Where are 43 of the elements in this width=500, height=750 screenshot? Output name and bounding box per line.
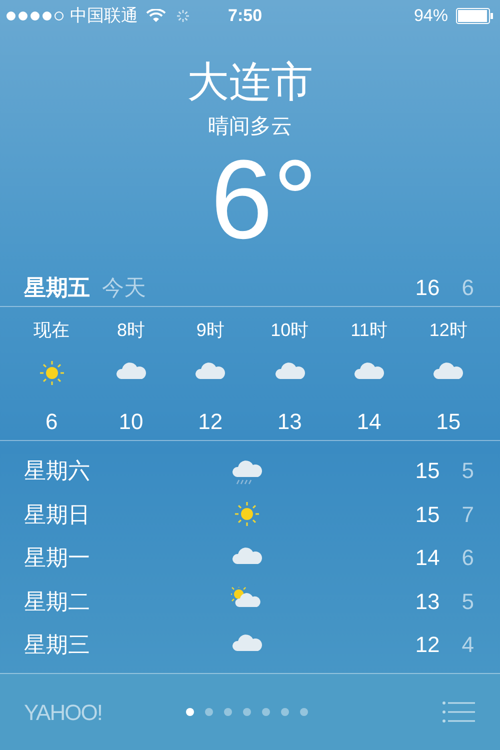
hour-label: 现在 [34, 319, 70, 341]
weather-condition: 晴间多云 [208, 114, 292, 140]
wifi-icon [146, 9, 166, 23]
day-name: 星期三 [24, 631, 91, 660]
clock-time: 7:50 [228, 5, 262, 28]
high-temperature: 16 [415, 274, 440, 302]
day-name: 星期一 [24, 544, 91, 572]
spinner-icon [176, 9, 190, 23]
hour-temperature: 10 [118, 408, 144, 436]
hour-temperature: 6 [46, 408, 58, 436]
high-temperature: 13 [415, 588, 440, 616]
high-temperature: 15 [415, 500, 440, 529]
hour-label: 9时 [196, 319, 224, 341]
low-temperature: 6 [462, 544, 474, 572]
hour-temperature: 15 [436, 408, 461, 436]
today-label: 今天 [102, 274, 146, 302]
list-icon[interactable] [442, 701, 476, 723]
signal-icon [6, 11, 66, 21]
city-name: 大连市 [187, 58, 313, 106]
hour-temperature: 12 [198, 408, 223, 436]
battery-icon [456, 8, 494, 24]
battery-percent: 94% [414, 5, 448, 28]
high-temperature: 12 [415, 631, 440, 660]
yahoo-logo[interactable]: YAHOO! [24, 696, 154, 728]
current-temperature: 6° [210, 140, 318, 260]
day-name: 星期六 [24, 457, 91, 486]
hour-label: 12时 [429, 319, 468, 341]
high-temperature: 14 [415, 544, 440, 572]
low-temperature: 5 [462, 588, 474, 616]
hour-label: 8时 [116, 319, 145, 341]
hour-label: 11时 [350, 319, 388, 341]
day-name: 星期五 [24, 274, 90, 302]
low-temperature: 7 [462, 500, 474, 529]
hour-label: 10时 [270, 319, 309, 341]
high-temperature: 15 [415, 457, 440, 486]
day-name: 星期日 [24, 500, 91, 529]
day-name: 星期二 [24, 588, 91, 616]
hour-temperature: 14 [356, 408, 382, 436]
carrier-name: 中国联通 [70, 5, 138, 28]
hour-temperature: 13 [277, 408, 302, 436]
low-temperature: 6 [462, 274, 474, 302]
low-temperature: 4 [462, 631, 474, 660]
low-temperature: 5 [462, 457, 474, 486]
